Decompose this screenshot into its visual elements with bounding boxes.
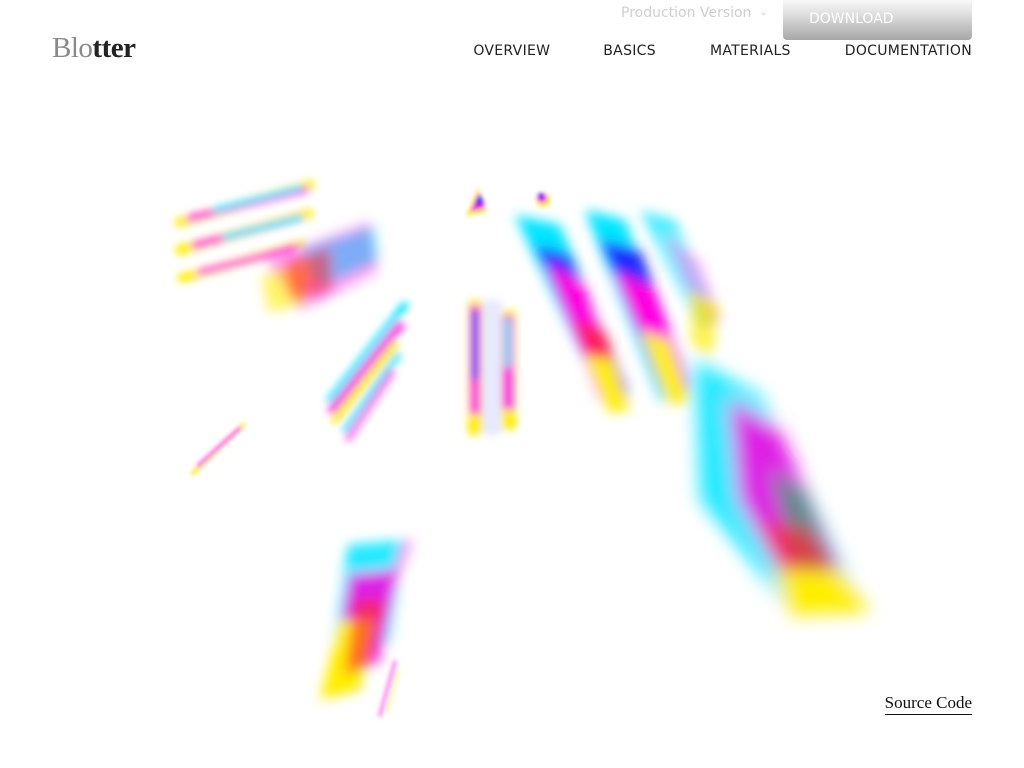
mark-top-a xyxy=(466,188,486,216)
bars-center xyxy=(468,300,516,435)
blob-lower-right xyxy=(695,360,870,615)
download-button[interactable]: DOWNLOAD xyxy=(783,0,972,40)
source-code-link[interactable]: Source Code xyxy=(884,693,972,715)
nav-item-documentation[interactable]: DOCUMENTATION xyxy=(845,43,972,59)
logo-text-part1: Blo xyxy=(52,32,93,64)
nav-item-overview[interactable]: OVERVIEW xyxy=(473,43,550,59)
blob-lower-left xyxy=(320,539,411,700)
slash-bottom xyxy=(378,660,399,717)
slash-center-left xyxy=(326,301,409,441)
blotter-canvas xyxy=(175,180,870,717)
page: Blotter Production Version ⌄ DOWNLOAD OV… xyxy=(0,0,1024,768)
blotter-logo[interactable]: Blotter xyxy=(52,32,136,64)
logo-text-part2: tter xyxy=(92,32,136,64)
version-select-label: Production Version xyxy=(621,5,752,21)
nav-item-materials[interactable]: MATERIALS xyxy=(710,43,791,59)
chevron-down-icon: ⌄ xyxy=(759,6,768,18)
mark-top-b xyxy=(536,193,550,207)
version-select[interactable]: Production Version ⌄ xyxy=(621,5,768,21)
nav-item-basics[interactable]: BASICS xyxy=(603,43,656,59)
main-nav: OVERVIEW BASICS MATERIALS DOCUMENTATION xyxy=(473,43,972,59)
blob-topleft xyxy=(262,222,378,312)
slash-small-left xyxy=(191,423,245,475)
download-button-label: DOWNLOAD xyxy=(809,11,894,27)
